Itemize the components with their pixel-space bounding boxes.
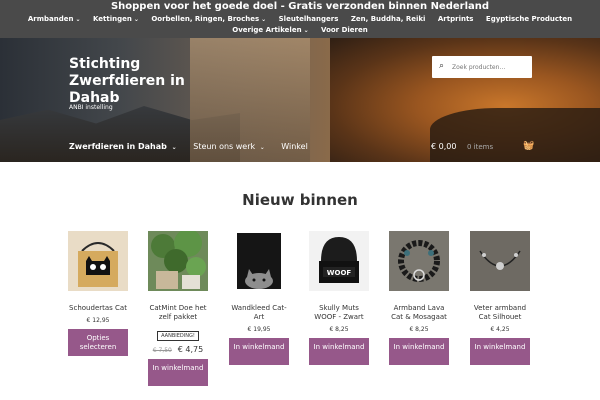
hero-dog-shadow (430, 108, 600, 162)
menu-item-artprints[interactable]: Artprints (438, 15, 474, 23)
product-price: € 4,25 (490, 326, 510, 333)
product-name[interactable]: Armband Lava Cat & Mosagaat (387, 304, 451, 322)
promo-banner: Shoppen voor het goede doel - Gratis ver… (110, 1, 490, 12)
site-title[interactable]: Stichting Zwerfdieren in Dahab (69, 56, 219, 107)
section-title: Nieuw binnen (242, 191, 358, 209)
menu-item-sleutelhangers[interactable]: Sleutelhangers (279, 15, 339, 23)
add-to-cart-button[interactable]: In winkelmand (148, 359, 208, 386)
search-icon[interactable]: ⌕ (439, 61, 444, 71)
select-options-button[interactable]: Opties selecteren (68, 329, 128, 356)
menu-item-armbanden[interactable]: Armbanden ⌄ (28, 15, 81, 23)
cat-tapestry-image[interactable] (229, 231, 289, 291)
cart-total: € 0,00 (431, 142, 457, 151)
site-tagline: ANBI instelling (69, 104, 113, 111)
product-card: Wandkleed Cat-Art € 19,95 In winkelmand (227, 231, 291, 365)
product-name[interactable]: CatMint Doe het zelf pakket (146, 304, 210, 322)
add-to-cart-button[interactable]: In winkelmand (229, 338, 289, 365)
search-input[interactable] (452, 59, 528, 75)
old-price: € 7,50 (152, 347, 172, 354)
product-name[interactable]: Skully Muts WOOF - Zwart (307, 304, 371, 322)
lava-bracelet-image[interactable] (389, 231, 449, 291)
cord-bracelet-image[interactable] (470, 231, 530, 291)
add-to-cart-button[interactable]: In winkelmand (470, 338, 530, 365)
menu-item-overige[interactable]: Overige Artikelen ⌄ (232, 26, 308, 34)
nav-item-winkel[interactable]: Winkel (281, 142, 308, 151)
cat-tote-bag-image[interactable] (68, 231, 128, 291)
woof-beanie-image[interactable]: WOOF (309, 231, 369, 291)
menu-item-oorbellen[interactable]: Oorbellen, Ringen, Broches ⌄ (151, 15, 266, 23)
sale-price: € 4,75 (177, 345, 204, 354)
nav-item-steun[interactable]: Steun ons werk ⌄ (193, 142, 264, 151)
catmint-plant-image[interactable] (148, 229, 208, 291)
top-bar: Shoppen voor het goede doel - Gratis ver… (0, 0, 600, 38)
product-card: Armband Lava Cat & Mosagaat € 8,25 In wi… (387, 231, 451, 365)
cart-summary[interactable]: € 0,00 0 items (431, 142, 493, 151)
chevron-down-icon: ⌄ (261, 16, 267, 23)
add-to-cart-button[interactable]: In winkelmand (389, 338, 449, 365)
svg-text:WOOF: WOOF (327, 269, 352, 277)
primary-navigation: Zwerfdieren in Dahab ⌄ Steun ons werk ⌄ … (69, 142, 322, 151)
chevron-down-icon: ⌄ (303, 27, 309, 34)
chevron-down-icon: ⌄ (259, 144, 265, 151)
product-card: Schoudertas Cat € 12,95 Opties selectere… (66, 231, 130, 356)
main-menu-row2: Overige Artikelen ⌄ Voor Dieren (0, 26, 600, 34)
menu-item-zen[interactable]: Zen, Buddha, Reiki (351, 15, 426, 23)
product-card: CatMint Doe het zelf pakket AANBIEDING! … (146, 229, 210, 386)
product-name[interactable]: Wandkleed Cat-Art (227, 304, 291, 322)
product-price: € 8,25 (409, 326, 429, 333)
basket-icon[interactable]: 🧺 (523, 141, 534, 151)
product-card: WOOF Skully Muts WOOF - Zwart € 8,25 In … (307, 231, 371, 365)
product-price: € 8,25 (329, 326, 349, 333)
product-name[interactable]: Schoudertas Cat (66, 304, 130, 313)
chevron-down-icon: ⌄ (133, 16, 139, 23)
product-price: € 7,50 € 4,75 (146, 345, 210, 354)
product-price: € 12,95 (86, 317, 110, 324)
add-to-cart-button[interactable]: In winkelmand (309, 338, 369, 365)
chevron-down-icon: ⌄ (171, 144, 177, 151)
cart-count: 0 items (467, 143, 494, 151)
menu-item-egyptische[interactable]: Egyptische Producten (486, 15, 572, 23)
sale-badge: AANBIEDING! (157, 331, 199, 341)
menu-item-kettingen[interactable]: Kettingen ⌄ (93, 15, 139, 23)
main-menu-row1: Armbanden ⌄ Kettingen ⌄ Oorbellen, Ringen,… (0, 15, 600, 23)
nav-item-zwerfdieren[interactable]: Zwerfdieren in Dahab ⌄ (69, 142, 177, 151)
search-box: ⌕ (432, 56, 532, 78)
product-card: Veter armband Cat Silhouet € 4,25 In win… (468, 231, 532, 365)
chevron-down-icon: ⌄ (75, 16, 81, 23)
hero-header: Stichting Zwerfdieren in Dahab ANBI inst… (0, 38, 600, 162)
menu-item-dieren[interactable]: Voor Dieren (321, 26, 368, 34)
product-price: € 19,95 (247, 326, 271, 333)
product-name[interactable]: Veter armband Cat Silhouet (468, 304, 532, 322)
